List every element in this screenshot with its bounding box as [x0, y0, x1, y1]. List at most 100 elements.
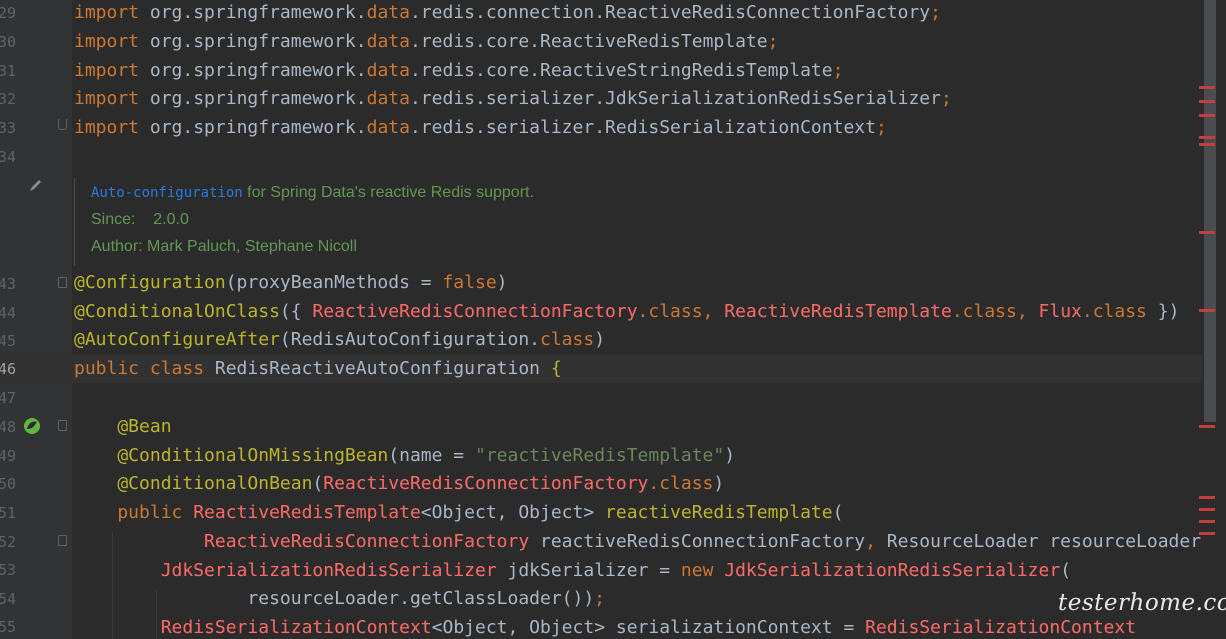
error-mark[interactable]: [1199, 532, 1215, 535]
code-token: jdkSerializer =: [496, 560, 681, 581]
fold-icon[interactable]: [58, 277, 67, 288]
code-line[interactable]: import org.springframework.data.redis.se…: [74, 118, 887, 138]
code-token: .redis.serializer.RedisSerializationCont…: [409, 117, 876, 138]
spring-bean-icon[interactable]: [22, 416, 42, 436]
code-line[interactable]: JdkSerializationRedisSerializer jdkSeria…: [74, 561, 1071, 581]
code-token: .class: [1081, 301, 1147, 322]
code-line[interactable]: resourceLoader.getClassLoader());: [74, 589, 605, 609]
code-token: .redis.serializer.JdkSerializationRedisS…: [409, 88, 941, 109]
error-mark[interactable]: [1199, 114, 1215, 117]
code-token: ReactiveRedisTemplate: [724, 301, 952, 322]
code-line[interactable]: @Configuration(proxyBeanMethods = false): [74, 273, 508, 293]
line-number: 34: [0, 148, 16, 166]
code-token: ): [496, 272, 508, 293]
javadoc-summary: Auto-configuration for Spring Data's rea…: [91, 184, 534, 202]
error-mark[interactable]: [1199, 231, 1215, 234]
rendered-javadoc: Auto-configuration for Spring Data's rea…: [72, 172, 1192, 266]
code-token: org.springframework.: [139, 60, 367, 81]
error-mark[interactable]: [1199, 425, 1215, 428]
code-line[interactable]: @Bean: [74, 416, 172, 437]
code-token: (: [832, 502, 844, 523]
code-token: public class: [74, 358, 205, 379]
code-token: ReactiveRedisTemplate: [193, 502, 421, 523]
code-token: ;: [767, 31, 779, 52]
code-line[interactable]: public ReactiveRedisTemplate<Object, Obj…: [74, 503, 843, 523]
code-token: (: [312, 473, 324, 494]
code-token: data: [366, 2, 410, 23]
code-line[interactable]: public class RedisReactiveAutoConfigurat…: [74, 359, 562, 379]
code-token: JdkSerializationRedisSerializer: [724, 560, 1061, 581]
code-token: .redis.connection.ReactiveRedisConnectio…: [409, 2, 931, 23]
code-token: @Bean: [74, 416, 172, 437]
code-token: "reactiveRedisTemplate": [474, 445, 725, 466]
error-mark[interactable]: [1199, 508, 1215, 511]
code-token: .redis.core.ReactiveStringRedisTemplate: [409, 60, 833, 81]
code-line[interactable]: import org.springframework.data.redis.co…: [74, 32, 778, 52]
code-token: <Object, Object>: [420, 502, 606, 523]
code-token: import: [74, 117, 140, 138]
code-token: ;: [940, 88, 952, 109]
code-token: (name =: [388, 445, 475, 466]
code-token: new: [680, 560, 714, 581]
code-token: ;: [832, 60, 844, 81]
line-number: 53: [0, 561, 16, 579]
code-line[interactable]: import org.springframework.data.redis.se…: [74, 89, 952, 109]
code-token: (: [1060, 560, 1072, 581]
code-line[interactable]: @ConditionalOnMissingBean(name = "reacti…: [74, 446, 735, 466]
code-token: org.springframework.: [139, 117, 367, 138]
code-token: data: [366, 88, 410, 109]
line-number: 50: [0, 475, 16, 493]
code-line[interactable]: import org.springframework.data.redis.co…: [74, 3, 941, 23]
code-token: ReactiveRedisConnectionFactory: [204, 531, 530, 552]
code-token: RedisSerializationContext: [160, 617, 432, 638]
pencil-icon[interactable]: [28, 177, 44, 193]
code-line[interactable]: RedisSerializationContext<Object, Object…: [74, 618, 1136, 638]
scrollbar-thumb[interactable]: [1204, 0, 1216, 422]
code-token: Flux: [1038, 301, 1082, 322]
line-number: 49: [0, 447, 16, 465]
code-token: import: [74, 2, 140, 23]
code-token: .redis.core.ReactiveRedisTemplate: [409, 31, 768, 52]
error-mark[interactable]: [1199, 496, 1215, 499]
code-token: ;: [594, 588, 606, 609]
code-token: @ConditionalOnClass: [74, 301, 280, 322]
code-token: ): [713, 473, 725, 494]
javadoc-summary-text: for Spring Data's reactive Redis support…: [242, 184, 534, 201]
code-token: public: [74, 502, 183, 523]
code-token: .class: [648, 473, 714, 494]
fold-icon[interactable]: [58, 420, 67, 431]
line-number: 32: [0, 90, 16, 108]
error-mark[interactable]: [1199, 86, 1215, 89]
code-line[interactable]: @ConditionalOnClass({ ReactiveRedisConne…: [74, 302, 1179, 322]
code-token: data: [366, 60, 410, 81]
javadoc-link[interactable]: Auto-configuration: [91, 185, 243, 201]
fold-icon[interactable]: [58, 535, 67, 546]
code-token: org.springframework.: [139, 2, 367, 23]
line-number: 51: [0, 504, 16, 522]
line-number: 55: [0, 618, 16, 636]
code-token: (RedisAutoConfiguration.: [279, 329, 540, 350]
line-number: 29: [0, 4, 16, 22]
code-token: }): [1146, 301, 1180, 322]
error-mark[interactable]: [1199, 520, 1215, 523]
code-line[interactable]: import org.springframework.data.redis.co…: [74, 61, 843, 81]
code-token: ): [594, 329, 606, 350]
code-token: import: [74, 31, 140, 52]
code-token: .class,: [637, 301, 725, 322]
code-line[interactable]: @ConditionalOnBean(ReactiveRedisConnecti…: [74, 474, 724, 494]
code-line[interactable]: ReactiveRedisConnectionFactory reactiveR…: [74, 532, 1201, 552]
error-mark[interactable]: [1199, 100, 1215, 103]
error-mark[interactable]: [1199, 136, 1215, 139]
code-token: @ConditionalOnBean: [74, 473, 313, 494]
code-token: <Object, Object> serializationContext =: [431, 617, 866, 638]
error-mark[interactable]: [1199, 143, 1215, 146]
line-number: 46: [0, 360, 16, 378]
fold-icon[interactable]: [58, 119, 67, 130]
code-token: data: [366, 31, 410, 52]
line-number: 30: [0, 33, 16, 51]
code-line[interactable]: @AutoConfigureAfter(RedisAutoConfigurati…: [74, 330, 605, 350]
error-mark[interactable]: [1199, 309, 1215, 312]
